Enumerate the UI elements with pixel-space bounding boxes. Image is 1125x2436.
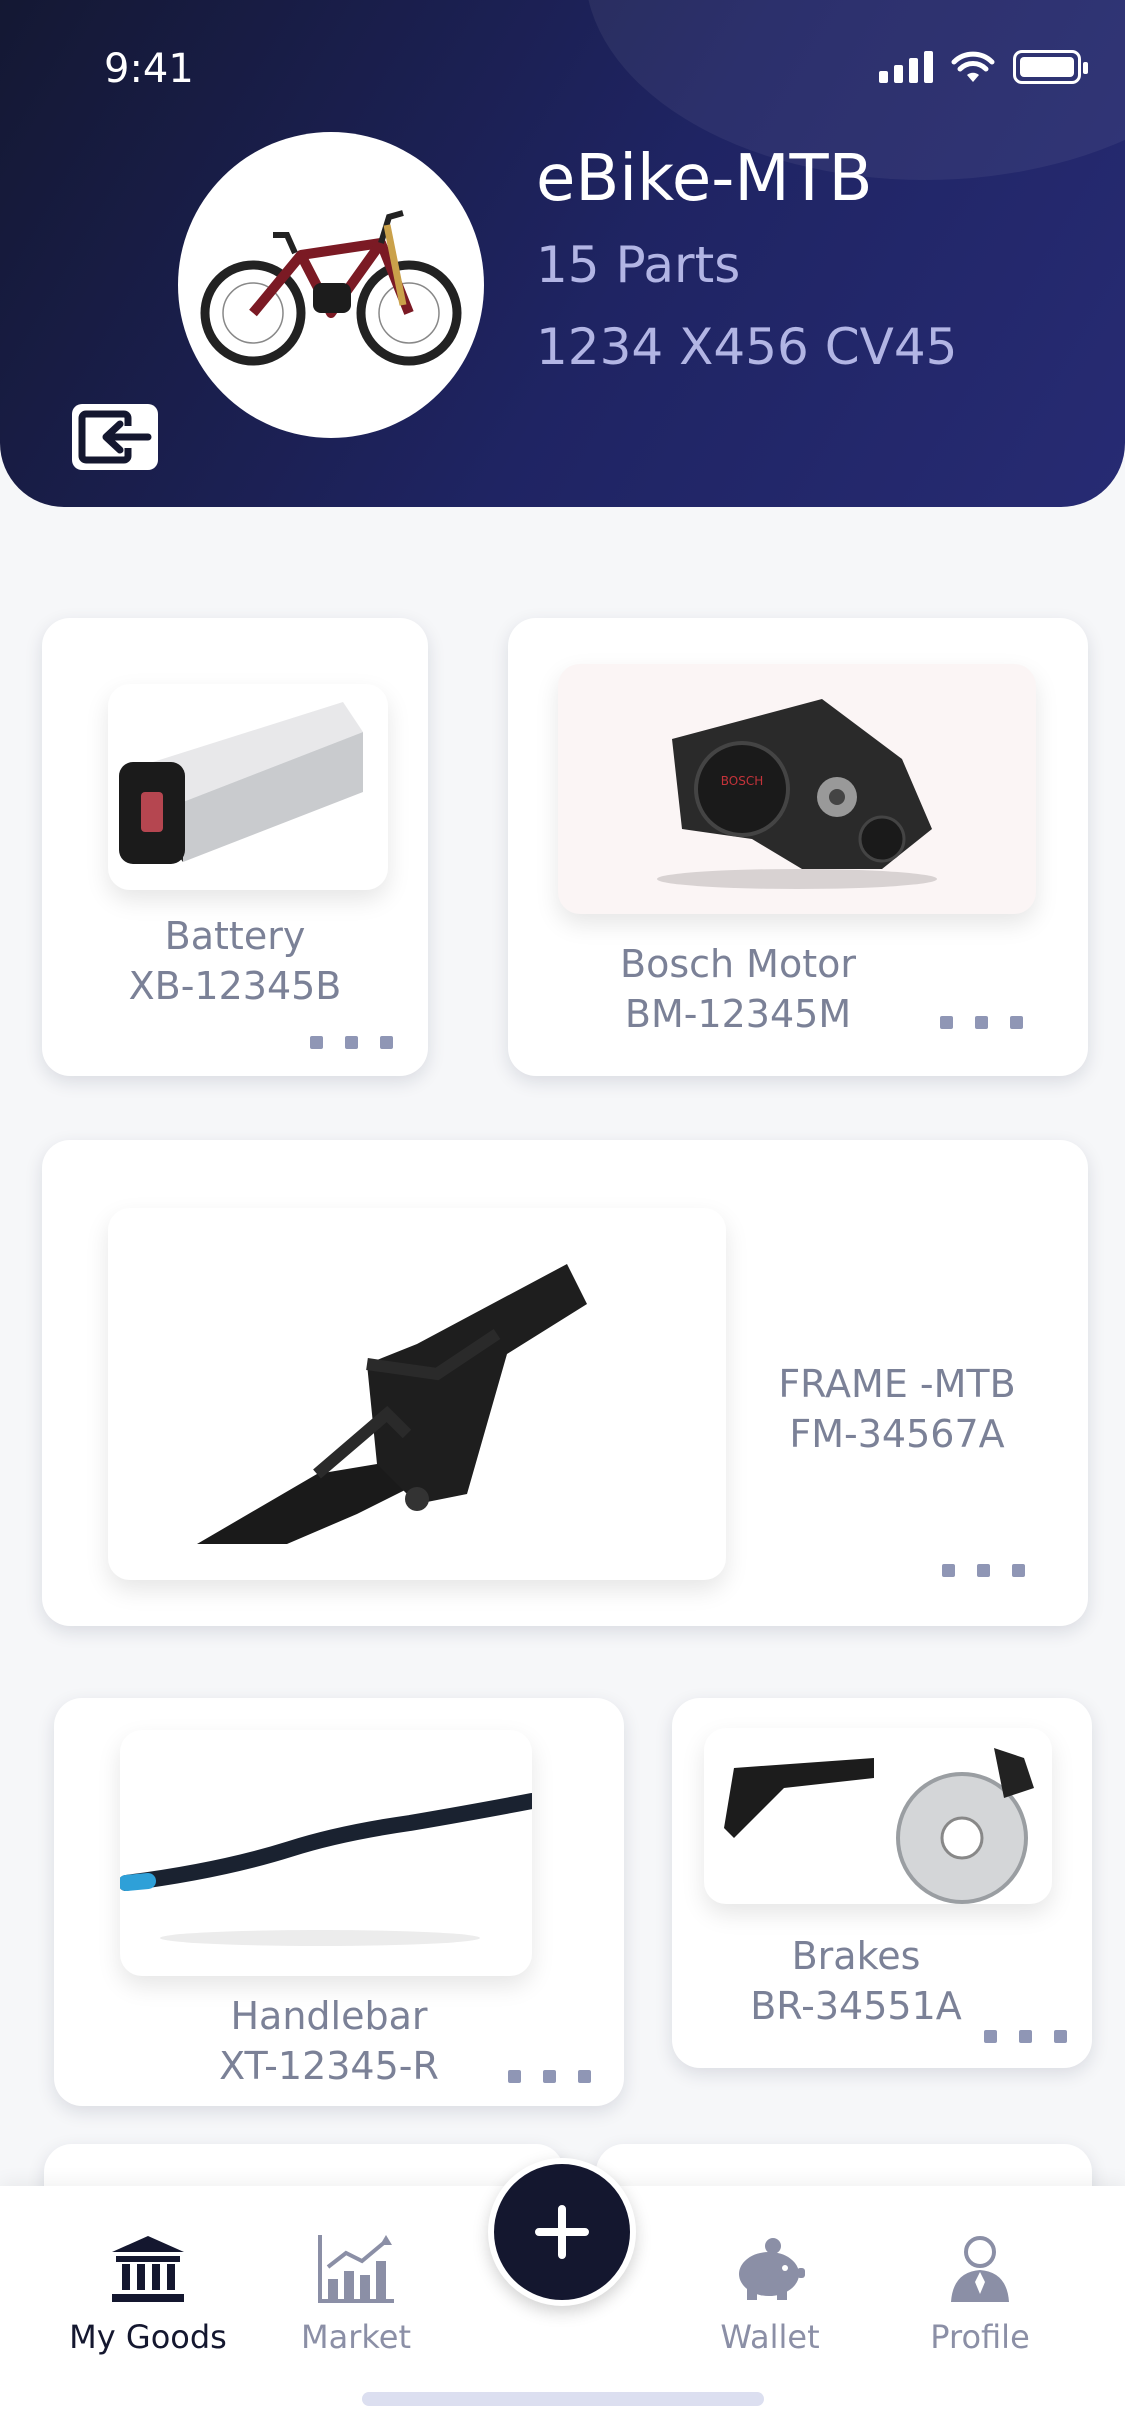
- part-name: Brakes: [791, 1934, 921, 1978]
- plus-icon: [535, 2205, 589, 2259]
- part-card-motor[interactable]: BOSCH Bosch Motor BM-12345M: [508, 618, 1088, 1076]
- more-options-button[interactable]: [942, 1564, 1025, 1577]
- tab-label: Wallet: [720, 2318, 820, 2356]
- bike-avatar[interactable]: [178, 132, 484, 438]
- part-name: Handlebar: [230, 1994, 428, 2038]
- part-code: FM-34567A: [789, 1412, 1005, 1456]
- handlebar-thumbnail: [120, 1730, 532, 1976]
- logout-button[interactable]: [72, 404, 158, 470]
- tab-profile[interactable]: Profile: [880, 2226, 1080, 2356]
- more-options-button[interactable]: [310, 1036, 393, 1049]
- battery-image: [119, 702, 363, 864]
- part-card-frame[interactable]: FRAME -MTB FM-34567A: [42, 1140, 1088, 1626]
- part-card-brakes[interactable]: Brakes BR-34551A: [672, 1698, 1092, 2068]
- frame-thumbnail: [108, 1208, 726, 1580]
- battery-icon: [1013, 50, 1088, 84]
- part-card-handlebar[interactable]: Handlebar XT-12345-R: [54, 1698, 624, 2106]
- more-options-button[interactable]: [984, 2030, 1067, 2043]
- part-code: BM-12345M: [624, 992, 852, 1036]
- bank-icon: [112, 2236, 184, 2302]
- part-code: BR-34551A: [750, 1984, 962, 2028]
- profile-header: 9:41 eBike-MTB 15 Parts 1234 X456 CV45: [0, 0, 1125, 507]
- logout-icon: [78, 410, 152, 464]
- bike-title: eBike-MTB: [536, 142, 873, 216]
- part-name: Bosch Motor: [620, 942, 856, 986]
- status-icons: [879, 50, 1088, 84]
- motor-thumbnail: BOSCH: [558, 664, 1036, 914]
- part-name: Battery: [164, 914, 306, 958]
- part-name: FRAME -MTB: [778, 1362, 1016, 1406]
- parts-count: 15 Parts: [536, 236, 741, 294]
- tab-market[interactable]: Market: [256, 2226, 456, 2356]
- piggy-bank-icon: [739, 2238, 805, 2300]
- tab-label: My Goods: [69, 2318, 227, 2356]
- cellular-signal-icon: [879, 51, 933, 83]
- tab-label: Market: [301, 2318, 411, 2356]
- wifi-icon: [951, 51, 995, 82]
- person-icon: [951, 2236, 1009, 2302]
- chart-icon: [318, 2235, 394, 2303]
- home-indicator: [362, 2392, 764, 2406]
- tab-wallet[interactable]: Wallet: [670, 2226, 870, 2356]
- tab-my-goods[interactable]: My Goods: [48, 2226, 248, 2356]
- bike-serial: 1234 X456 CV45: [536, 318, 958, 376]
- frame-image: [197, 1264, 587, 1544]
- ebike-image: [200, 210, 462, 366]
- more-options-button[interactable]: [508, 2070, 591, 2083]
- part-card-battery[interactable]: Battery XB-12345B: [42, 618, 428, 1076]
- more-options-button[interactable]: [940, 1016, 1023, 1029]
- handlebar-image: [120, 1793, 532, 1946]
- tab-label: Profile: [930, 2318, 1030, 2356]
- battery-thumbnail: [108, 684, 388, 890]
- svg-text:BOSCH: BOSCH: [721, 774, 764, 788]
- brakes-thumbnail: [704, 1728, 1052, 1904]
- add-part-button[interactable]: [488, 2158, 636, 2306]
- status-time: 9:41: [104, 46, 194, 92]
- motor-image: BOSCH: [657, 699, 937, 889]
- part-code: XB-12345B: [128, 964, 342, 1008]
- brakes-image: [724, 1748, 1034, 1904]
